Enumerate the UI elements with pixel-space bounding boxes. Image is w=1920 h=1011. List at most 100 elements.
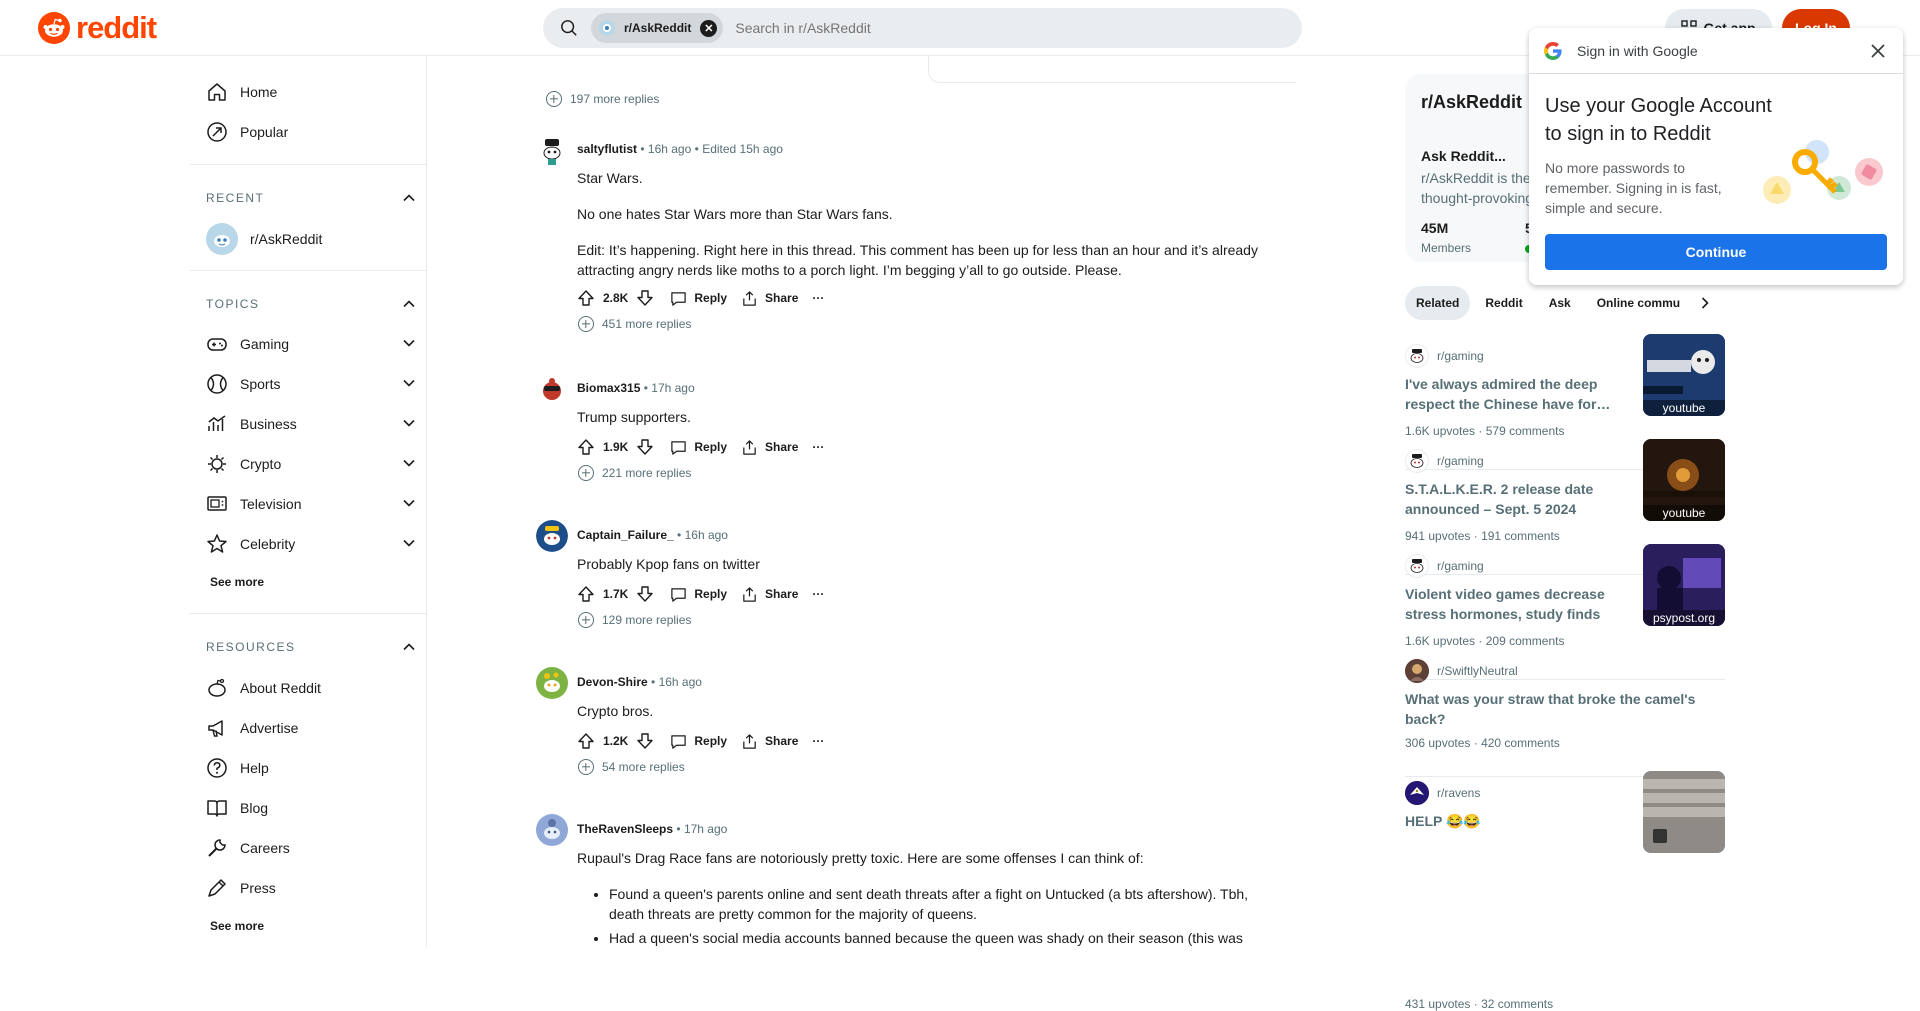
comment: Biomax315 • 17h ago Trump supporters. 1.… bbox=[536, 373, 1296, 483]
snoo-avatar-icon bbox=[544, 672, 560, 692]
more-options-button[interactable]: ··· bbox=[812, 291, 824, 305]
more-options-button[interactable]: ··· bbox=[812, 734, 824, 748]
sidebar-item-help[interactable]: Help bbox=[206, 750, 416, 786]
related-post-title[interactable]: I've always admired the deep respect the… bbox=[1405, 374, 1617, 414]
sidebar-item-popular[interactable]: Popular bbox=[206, 114, 416, 150]
related-post-subreddit[interactable]: r/SwiftlyNeutral bbox=[1405, 659, 1518, 683]
comment-author[interactable]: Captain_Failure_ bbox=[577, 528, 674, 542]
tab-reddit[interactable]: Reddit bbox=[1474, 286, 1533, 320]
more-replies-button[interactable]: 54 more replies bbox=[578, 759, 685, 775]
sidebar-item-business[interactable]: Business bbox=[206, 406, 416, 442]
comment-author[interactable]: Biomax315 bbox=[577, 381, 640, 395]
related-post-thumbnail[interactable] bbox=[1643, 771, 1725, 853]
related-post-stats: 1.6K upvotes · 209 comments bbox=[1405, 634, 1564, 648]
related-post-subreddit[interactable]: r/gaming bbox=[1405, 344, 1484, 368]
sidebar-item-television[interactable]: Television bbox=[206, 486, 416, 522]
sidebar-item-celebrity[interactable]: Celebrity bbox=[206, 526, 416, 562]
meta-separator: • bbox=[640, 142, 648, 156]
share-button[interactable]: Share bbox=[741, 439, 798, 456]
more-options-button[interactable]: ··· bbox=[812, 440, 824, 454]
resources-see-more-button[interactable]: See more bbox=[210, 919, 264, 933]
related-post-subreddit[interactable]: r/ravens bbox=[1405, 781, 1480, 805]
share-button[interactable]: Share bbox=[741, 290, 798, 307]
related-post-title[interactable]: What was your straw that broke the camel… bbox=[1405, 689, 1715, 729]
related-post[interactable]: r/gaming I've always admired the deep re… bbox=[1405, 334, 1725, 454]
subreddit-name[interactable]: r/AskReddit bbox=[1421, 92, 1522, 113]
more-replies-button[interactable]: 197 more replies bbox=[546, 91, 659, 107]
comment-author[interactable]: TheRavenSleeps bbox=[577, 822, 673, 836]
upvote-icon[interactable] bbox=[577, 585, 595, 603]
downvote-icon[interactable] bbox=[636, 289, 654, 307]
more-replies-label: 54 more replies bbox=[602, 760, 685, 774]
related-post[interactable]: r/gaming S.T.A.L.K.E.R. 2 release date a… bbox=[1405, 439, 1725, 559]
sidebar-item-careers[interactable]: Careers bbox=[206, 830, 416, 866]
upvote-icon[interactable] bbox=[577, 732, 595, 750]
sidebar-item-gaming[interactable]: Gaming bbox=[206, 326, 416, 362]
avatar[interactable] bbox=[536, 373, 568, 405]
reply-button[interactable]: Reply bbox=[670, 586, 727, 603]
reply-button[interactable]: Reply bbox=[670, 290, 727, 307]
comment-edited: Edited 15h ago bbox=[702, 142, 783, 156]
sidebar-item-crypto[interactable]: Crypto bbox=[206, 446, 416, 482]
more-replies-button[interactable]: 221 more replies bbox=[578, 465, 691, 481]
avatar[interactable] bbox=[536, 814, 568, 846]
more-options-button[interactable]: ··· bbox=[812, 587, 824, 601]
sidebar-item-askreddit[interactable]: r/AskReddit bbox=[206, 221, 416, 257]
downvote-icon[interactable] bbox=[636, 585, 654, 603]
related-post-upvotes: 941 upvotes bbox=[1405, 529, 1471, 543]
clear-scope-icon[interactable]: ✕ bbox=[700, 19, 718, 37]
resources-section-header[interactable]: RESOURCES bbox=[206, 640, 416, 654]
sidebar-item-press[interactable]: Press bbox=[206, 870, 416, 906]
comment-author[interactable]: saltyflutist bbox=[577, 142, 637, 156]
downvote-icon[interactable] bbox=[636, 732, 654, 750]
sidebar-item-home[interactable]: Home bbox=[206, 74, 416, 110]
upvote-icon[interactable] bbox=[577, 438, 595, 456]
tab-related[interactable]: Related bbox=[1405, 286, 1471, 320]
avatar[interactable] bbox=[536, 134, 568, 166]
related-post[interactable]: r/ravens HELP 😂😂 431 upvotes · 32 commen… bbox=[1405, 771, 1725, 1011]
downvote-icon[interactable] bbox=[636, 438, 654, 456]
related-post[interactable]: r/SwiftlyNeutral What was your straw tha… bbox=[1405, 659, 1725, 754]
chevron-right-icon[interactable] bbox=[1698, 296, 1712, 310]
comment-time: 16h ago bbox=[684, 528, 728, 542]
reply-button[interactable]: Reply bbox=[670, 733, 727, 750]
gaming-sub-icon bbox=[1405, 449, 1429, 473]
tab-online-communities[interactable]: Online commu bbox=[1586, 286, 1691, 320]
related-post-subreddit[interactable]: r/gaming bbox=[1405, 554, 1484, 578]
recent-section-header[interactable]: RECENT bbox=[206, 191, 416, 205]
share-button[interactable]: Share bbox=[741, 733, 798, 750]
sidebar-item-label: Blog bbox=[240, 800, 269, 816]
topics-section-header[interactable]: TOPICS bbox=[206, 297, 416, 311]
reply-button[interactable]: Reply bbox=[670, 439, 727, 456]
related-post-title[interactable]: HELP 😂😂 bbox=[1405, 811, 1617, 831]
related-post-stats: 941 upvotes · 191 comments bbox=[1405, 529, 1560, 543]
upvote-icon[interactable] bbox=[577, 289, 595, 307]
related-post[interactable]: r/gaming Violent video games decrease st… bbox=[1405, 544, 1725, 664]
sidebar-item-sports[interactable]: Sports bbox=[206, 366, 416, 402]
search-input[interactable] bbox=[735, 20, 1136, 36]
related-post-thumbnail[interactable]: youtube bbox=[1643, 334, 1725, 416]
more-replies-button[interactable]: 451 more replies bbox=[578, 316, 691, 332]
related-post-title[interactable]: Violent video games decrease stress horm… bbox=[1405, 584, 1617, 624]
sidebar-item-label: Popular bbox=[240, 124, 289, 140]
reddit-logo[interactable]: reddit bbox=[38, 12, 157, 44]
sidebar-item-about-reddit[interactable]: About Reddit bbox=[206, 670, 416, 706]
comment-author[interactable]: Devon-Shire bbox=[577, 675, 648, 689]
sidebar-item-blog[interactable]: Blog bbox=[206, 790, 416, 826]
search-bar[interactable]: r/AskReddit ✕ bbox=[543, 8, 1302, 48]
share-button[interactable]: Share bbox=[741, 586, 798, 603]
close-icon[interactable] bbox=[1869, 42, 1887, 60]
tab-ask[interactable]: Ask bbox=[1538, 286, 1582, 320]
related-post-thumbnail[interactable]: psypost.org bbox=[1643, 544, 1725, 626]
more-replies-button[interactable]: 129 more replies bbox=[578, 612, 691, 628]
topics-see-more-button[interactable]: See more bbox=[210, 575, 264, 589]
snoo-avatar-icon bbox=[544, 819, 560, 839]
comment-paragraph: Edit: It’s happening. Right here in this… bbox=[577, 242, 1258, 278]
sidebar-item-advertise[interactable]: Advertise bbox=[206, 710, 416, 746]
google-continue-button[interactable]: Continue bbox=[1545, 234, 1887, 270]
related-post-title[interactable]: S.T.A.L.K.E.R. 2 release date announced … bbox=[1405, 479, 1617, 519]
avatar[interactable] bbox=[536, 667, 568, 699]
related-post-thumbnail[interactable]: youtube bbox=[1643, 439, 1725, 521]
related-post-subreddit[interactable]: r/gaming bbox=[1405, 449, 1484, 473]
avatar[interactable] bbox=[536, 520, 568, 552]
